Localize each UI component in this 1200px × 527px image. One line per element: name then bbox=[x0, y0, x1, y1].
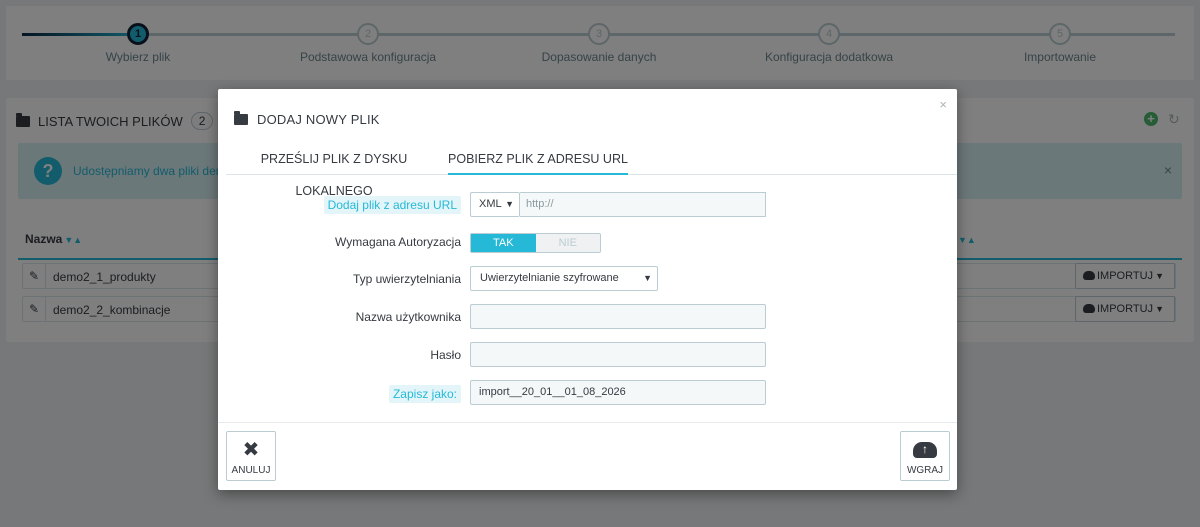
add-file-modal: × DODAJ NOWY PLIK PRZEŚLIJ PLIK Z DYSKU … bbox=[218, 89, 957, 490]
format-select-value: XML bbox=[479, 198, 502, 210]
url-label: Dodaj plik z adresu URL bbox=[323, 196, 461, 214]
url-input[interactable]: http:// bbox=[520, 192, 766, 217]
cloud-upload-icon bbox=[901, 440, 949, 460]
auth-type-value: Uwierzytelnianie szyfrowane bbox=[480, 272, 619, 284]
username-field[interactable] bbox=[470, 304, 766, 329]
password-label: Hasło bbox=[430, 348, 461, 362]
close-icon[interactable]: × bbox=[939, 97, 947, 112]
password-field[interactable] bbox=[470, 342, 766, 367]
auth-type-select[interactable]: Uwierzytelnianie szyfrowane ▼ bbox=[470, 266, 658, 291]
source-tabs: PRZEŚLIJ PLIK Z DYSKU LOKALNEGO POBIERZ … bbox=[226, 143, 957, 198]
footer-divider bbox=[218, 422, 957, 423]
toggle-yes[interactable]: TAK bbox=[471, 234, 536, 252]
chevron-down-icon: ▼ bbox=[643, 273, 652, 283]
auth-required-label: Wymagana Autoryzacja bbox=[335, 235, 461, 249]
save-as-label: Zapisz jako: bbox=[388, 385, 461, 403]
tab-local-upload[interactable]: PRZEŚLIJ PLIK Z DYSKU LOKALNEGO bbox=[226, 143, 442, 198]
save-as-field[interactable]: import__20_01__01_08_2026 bbox=[470, 380, 766, 405]
cancel-label: ANULUJ bbox=[231, 465, 271, 476]
chevron-down-icon: ▼ bbox=[505, 199, 514, 209]
close-x-icon: ✖ bbox=[242, 439, 260, 461]
username-label: Nazwa użytkownika bbox=[355, 310, 461, 324]
upload-label: WGRAJ bbox=[906, 465, 944, 476]
cancel-button[interactable]: ✖ ANULUJ bbox=[226, 431, 276, 481]
toggle-no[interactable]: NIE bbox=[536, 234, 601, 252]
auth-required-toggle[interactable]: TAK NIE bbox=[470, 233, 601, 253]
upload-button[interactable]: WGRAJ bbox=[900, 431, 950, 481]
auth-type-label: Typ uwierzytelniania bbox=[352, 272, 461, 286]
tab-url-download[interactable]: POBIERZ PLIK Z ADRESU URL bbox=[448, 143, 628, 175]
format-select[interactable]: XML ▼ bbox=[470, 192, 520, 217]
modal-title: DODAJ NOWY PLIK bbox=[234, 111, 380, 127]
folder-icon bbox=[234, 111, 248, 125]
modal-title-text: DODAJ NOWY PLIK bbox=[257, 112, 380, 127]
